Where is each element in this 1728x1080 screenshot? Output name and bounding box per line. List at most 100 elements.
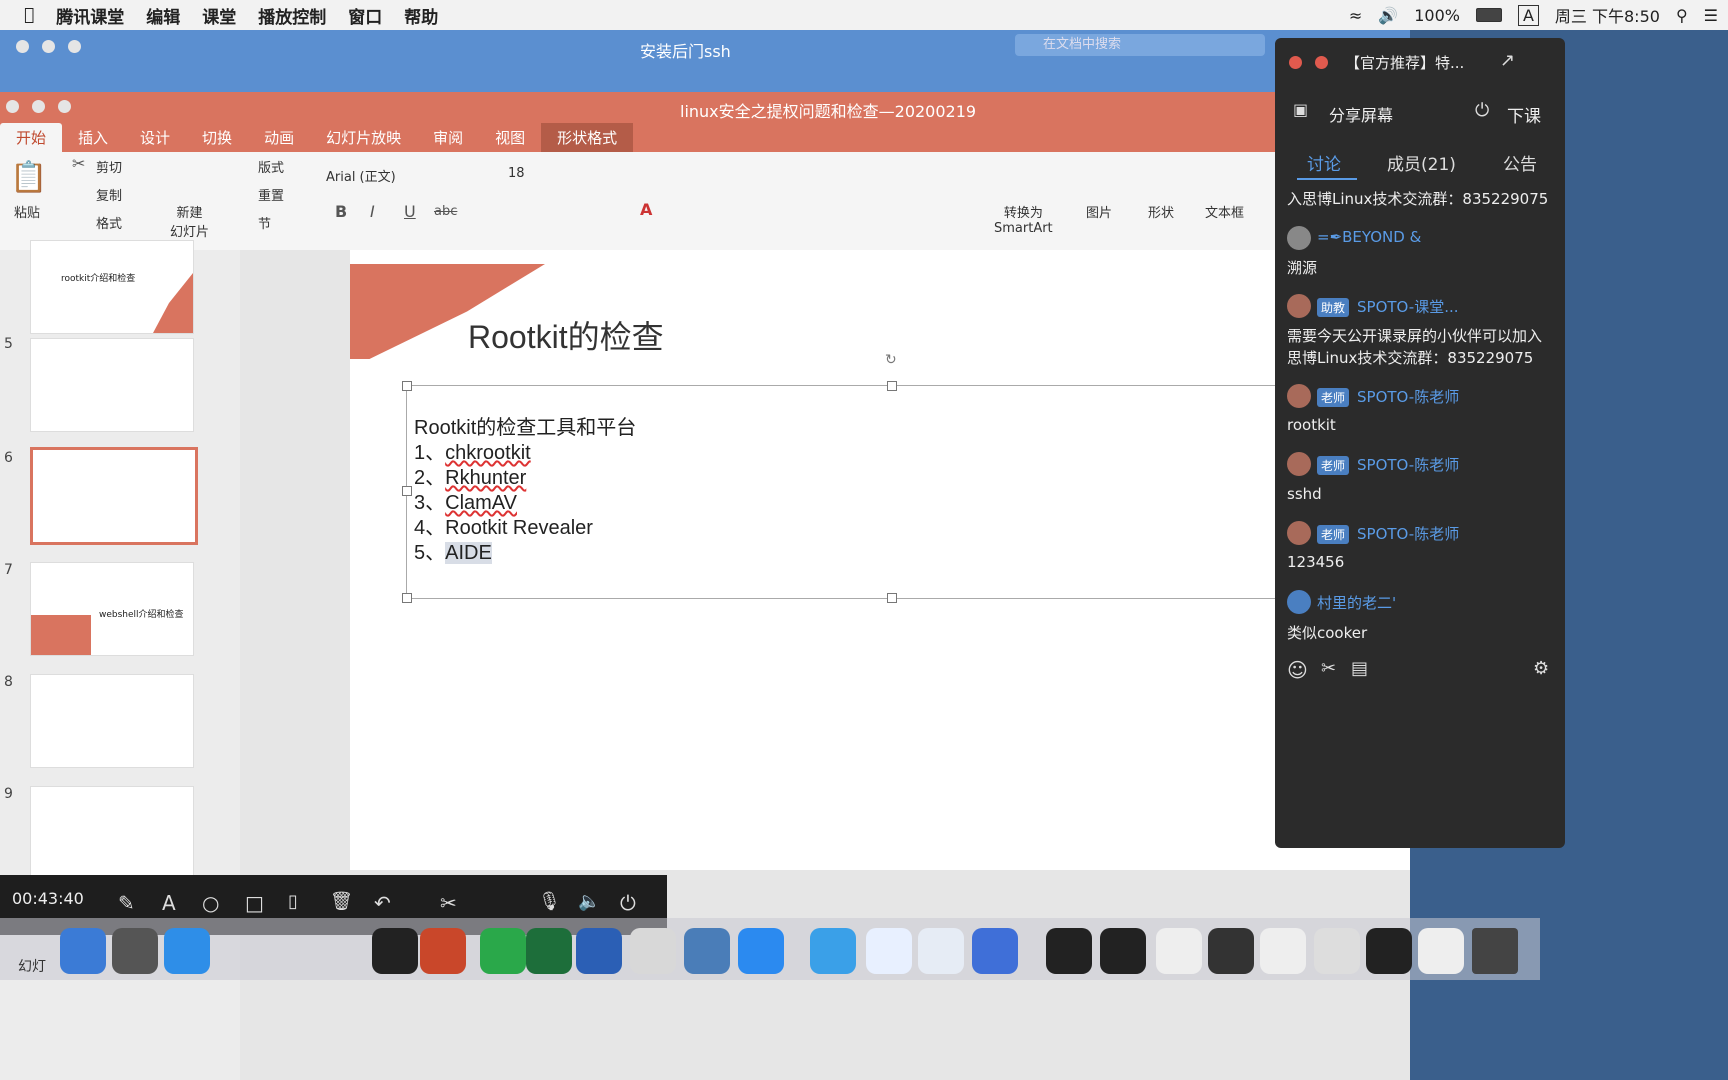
window-close-button[interactable] xyxy=(16,40,29,53)
chat-close-button[interactable] xyxy=(1289,56,1302,69)
wechat-icon[interactable] xyxy=(480,928,526,974)
window-preview[interactable] xyxy=(1314,928,1360,974)
new-slide-button[interactable]: 新建 幻灯片 xyxy=(170,202,209,240)
strikethrough-icon[interactable]: abc xyxy=(434,204,457,219)
ppt-minimize-button[interactable] xyxy=(32,100,46,113)
window-zoom-button[interactable] xyxy=(68,40,82,53)
slide-thumbnail[interactable]: rootkit介绍和检查 xyxy=(30,240,194,334)
paste-icon[interactable]: 📋 xyxy=(10,160,47,195)
rectangle-icon[interactable]: □ xyxy=(245,891,264,915)
scissors-icon[interactable]: ✂ xyxy=(72,154,85,173)
tab-review[interactable]: 审阅 xyxy=(417,123,479,152)
power-icon[interactable]: ⏻ xyxy=(620,891,636,915)
eraser-icon[interactable]: ▯ xyxy=(288,891,298,912)
apple-icon[interactable]:  xyxy=(24,5,34,25)
word-icon[interactable] xyxy=(576,928,622,974)
tab-notice[interactable]: 公告 xyxy=(1503,150,1537,175)
resize-handle[interactable] xyxy=(402,381,412,391)
reset-button[interactable]: 重置 xyxy=(258,185,284,204)
control-center-icon[interactable]: ☰ xyxy=(1704,6,1718,25)
resize-handle[interactable] xyxy=(402,593,412,603)
teamviewer-icon[interactable] xyxy=(810,928,856,974)
text-icon[interactable]: A xyxy=(162,891,176,915)
share-screen-button[interactable]: 分享屏幕 xyxy=(1329,102,1393,126)
resize-handle[interactable] xyxy=(887,381,897,391)
battery-icon[interactable] xyxy=(1475,8,1502,22)
search-icon[interactable]: ⚲ xyxy=(1676,6,1688,25)
emoji-icon[interactable]: ☺ xyxy=(1287,658,1308,682)
slide-thumbnail[interactable] xyxy=(30,338,194,432)
screen-share-icon[interactable]: ▣ xyxy=(1293,100,1308,119)
resize-handle[interactable] xyxy=(887,593,897,603)
format-painter-button[interactable]: 格式 xyxy=(96,213,122,232)
menu-app-name[interactable]: 腾讯课堂 xyxy=(56,3,124,28)
undo-icon[interactable]: ↶ xyxy=(374,891,391,915)
window-preview[interactable] xyxy=(1100,928,1146,974)
window-preview[interactable] xyxy=(1418,928,1464,974)
video-player-icon[interactable] xyxy=(972,928,1018,974)
chat-sender[interactable]: SPOTO-陈老师 xyxy=(1357,525,1459,543)
textbox-button[interactable]: 文本框 xyxy=(1205,202,1244,221)
end-class-button[interactable]: 下课 xyxy=(1507,102,1541,127)
section-button[interactable]: 节 xyxy=(258,213,271,232)
pen-icon[interactable]: ✎ xyxy=(118,891,135,915)
window-preview[interactable] xyxy=(1156,928,1202,974)
image-icon[interactable]: ▤ xyxy=(1351,658,1368,679)
window-preview[interactable] xyxy=(1260,928,1306,974)
powerpoint-icon[interactable] xyxy=(420,928,466,974)
chat-sender[interactable]: 村里的老二' xyxy=(1317,592,1396,613)
speaker-icon[interactable]: 🔈 xyxy=(578,891,600,912)
ppt-close-button[interactable] xyxy=(6,100,19,113)
font-family-select[interactable]: Arial (正文) xyxy=(326,166,486,185)
font-color-icon[interactable]: A xyxy=(640,200,652,219)
chat-sender[interactable]: SPOTO-陈老师 xyxy=(1357,388,1459,406)
slide-thumbnail-selected[interactable] xyxy=(30,447,198,545)
cut-button[interactable]: 剪切 xyxy=(96,157,122,176)
ev-recorder-icon[interactable] xyxy=(918,928,964,974)
word-search-field[interactable]: 在文档中搜索 xyxy=(1015,34,1265,56)
tab-design[interactable]: 设计 xyxy=(124,123,186,152)
window-minimize-button[interactable] xyxy=(42,40,56,53)
layout-button[interactable]: 版式 xyxy=(258,157,284,176)
tab-slideshow[interactable]: 幻灯片放映 xyxy=(310,123,417,152)
copy-button[interactable]: 复制 xyxy=(96,185,122,204)
finder-icon[interactable] xyxy=(60,928,106,974)
slide-title[interactable]: Rootkit的检查 xyxy=(468,312,664,358)
terminal-icon[interactable] xyxy=(372,928,418,974)
circle-icon[interactable]: ○ xyxy=(202,891,219,915)
window-preview[interactable] xyxy=(1366,928,1412,974)
app-store-icon[interactable] xyxy=(738,928,784,974)
tab-animations[interactable]: 动画 xyxy=(248,123,310,152)
launchpad-icon[interactable] xyxy=(112,928,158,974)
share-icon[interactable]: ↗ xyxy=(1500,50,1515,71)
convert-smartart-button[interactable]: 转换为 SmartArt xyxy=(994,202,1053,236)
ppt-zoom-button[interactable] xyxy=(58,100,72,113)
virtualbox-icon[interactable] xyxy=(684,928,730,974)
trash-icon[interactable] xyxy=(1472,928,1518,974)
menu-item-edit[interactable]: 编辑 xyxy=(146,3,180,28)
tab-members[interactable]: 成员(21) xyxy=(1387,150,1456,175)
chat-sender[interactable]: SPOTO-课堂... xyxy=(1357,298,1458,316)
qq-icon[interactable] xyxy=(630,928,676,974)
wifi-icon[interactable]: ≈ xyxy=(1349,6,1362,25)
resize-handle[interactable] xyxy=(402,486,412,496)
slide-body[interactable]: Rootkit的检查工具和平台 1、chkrootkit 2、Rkhunter … xyxy=(414,416,636,566)
tab-home[interactable]: 开始 xyxy=(0,123,63,152)
window-preview[interactable] xyxy=(1208,928,1254,974)
slide-thumbnail[interactable] xyxy=(30,786,194,880)
excel-icon[interactable] xyxy=(526,928,572,974)
gear-icon[interactable]: ⚙ xyxy=(1533,658,1549,679)
input-method-indicator[interactable]: A xyxy=(1517,4,1539,26)
volume-icon[interactable]: 🔊 xyxy=(1378,6,1398,25)
bold-icon[interactable]: B xyxy=(335,202,347,221)
menu-item-help[interactable]: 帮助 xyxy=(404,3,438,28)
trash-icon[interactable]: 🗑 xyxy=(330,891,353,912)
picture-button[interactable]: 图片 xyxy=(1086,202,1112,221)
battery-percent[interactable]: 100% xyxy=(1414,6,1460,25)
tab-transitions[interactable]: 切换 xyxy=(186,123,248,152)
paste-button[interactable]: 粘贴 xyxy=(14,202,40,221)
tab-view[interactable]: 视图 xyxy=(479,123,541,152)
chat-minimize-button[interactable] xyxy=(1315,56,1329,69)
menu-clock[interactable]: 周三 下午8:50 xyxy=(1555,3,1660,27)
menu-item-playback[interactable]: 播放控制 xyxy=(258,3,326,28)
